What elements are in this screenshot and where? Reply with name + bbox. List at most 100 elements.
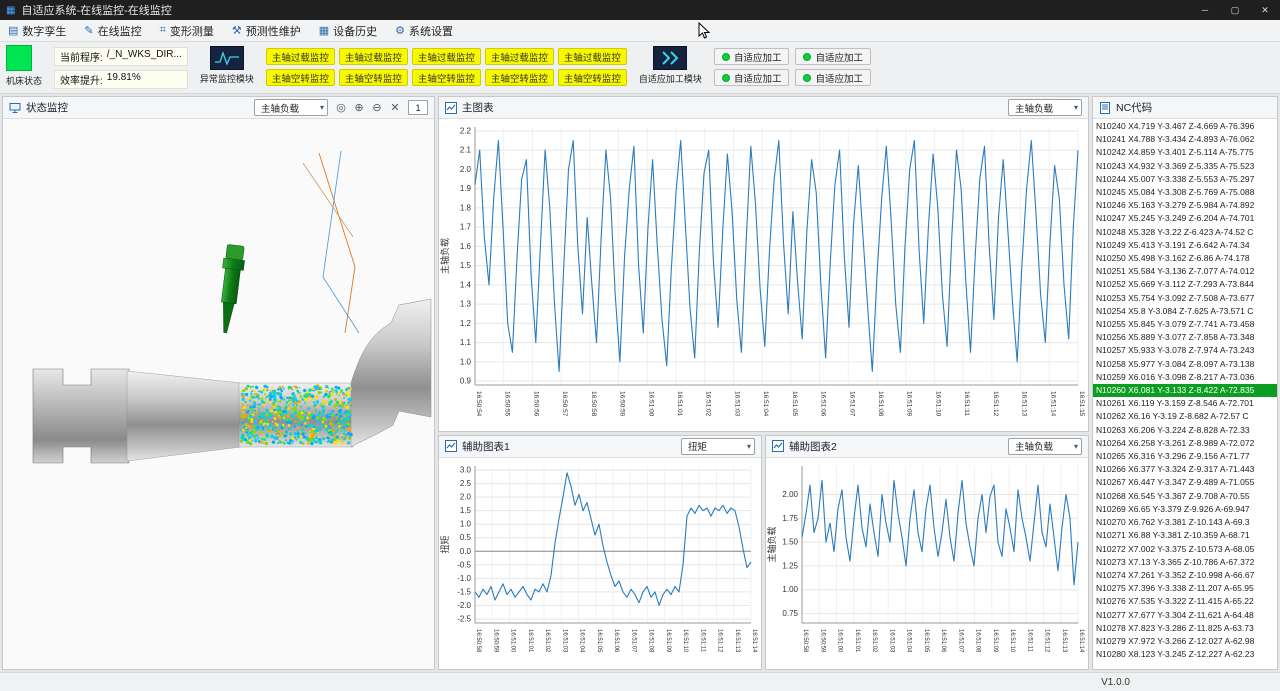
nc-line[interactable]: N10240 X4.719 Y-3.467 Z-4.669 A-76.396 [1093, 120, 1277, 133]
nc-line[interactable]: N10271 X6.88 Y-3.381 Z-10.359 A-68.71 [1093, 529, 1277, 542]
nc-line[interactable]: N10265 X6.316 Y-3.296 Z-9.156 A-71.77 [1093, 450, 1277, 463]
reset-view-icon[interactable]: ◎ [333, 100, 349, 116]
nc-line[interactable]: N10273 X7.13 Y-3.365 Z-10.786 A-67.372 [1093, 556, 1277, 569]
menu-item-predictive-maintenance[interactable]: ⚒预测性维护 [232, 23, 301, 39]
nc-line[interactable]: N10256 X5.889 Y-3.077 Z-7.858 A-73.348 [1093, 331, 1277, 344]
adaptive-machining-button[interactable]: 自适应加工 [795, 69, 871, 86]
nc-line[interactable]: N10277 X7.677 Y-3.304 Z-11.621 A-64.48 [1093, 609, 1277, 622]
menu-item-system-settings[interactable]: ⚙系统设置 [395, 23, 453, 39]
nc-line[interactable]: N10272 X7.002 Y-3.375 Z-10.573 A-68.05 [1093, 543, 1277, 556]
minimize-button[interactable]: ─ [1190, 0, 1220, 20]
spindle-overload-monitor-button[interactable]: 主轴过载监控 [266, 48, 335, 65]
nc-line[interactable]: N10255 X5.845 Y-3.079 Z-7.741 A-73.458 [1093, 318, 1277, 331]
nc-line[interactable]: N10257 X5.933 Y-3.078 Z-7.974 A-73.243 [1093, 344, 1277, 357]
nc-line[interactable]: N10249 X5.413 Y-3.191 Z-6.642 A-74.34 [1093, 239, 1277, 252]
nc-line[interactable]: N10246 X5.163 Y-3.279 Z-5.984 A-74.892 [1093, 199, 1277, 212]
svg-text:0.75: 0.75 [782, 609, 798, 618]
nc-line[interactable]: N10251 X5.584 Y-3.136 Z-7.077 A-74.012 [1093, 265, 1277, 278]
zoom-out-icon[interactable]: ⊖ [369, 100, 385, 116]
spindle-idle-monitor-button[interactable]: 主轴空转监控 [412, 69, 481, 86]
aux-chart-1-signal-dropdown[interactable]: 扭矩 ▾ [681, 438, 755, 455]
monitor-icon [9, 102, 21, 114]
adaptive-machining-label: 自适应加工 [734, 71, 782, 85]
nc-line[interactable]: N10245 X5.084 Y-3.308 Z-5.769 A-75.088 [1093, 186, 1277, 199]
svg-text:16:51:06: 16:51:06 [940, 629, 946, 653]
menu-item-online-monitoring[interactable]: ✎在线监控 [84, 23, 141, 39]
nc-line[interactable]: N10264 X6.258 Y-3.261 Z-8.989 A-72.072 [1093, 437, 1277, 450]
nc-line[interactable]: N10250 X5.498 Y-3.162 Z-6.86 A-74.178 [1093, 252, 1277, 265]
adaptive-machining-button[interactable]: 自适应加工 [714, 69, 790, 86]
aux-chart-1-title: 辅助图表1 [462, 439, 510, 454]
aux-chart-2-svg: 0.751.001.251.501.752.0016:50:5816:50:59… [766, 458, 1088, 669]
aux-chart-2-signal-dropdown[interactable]: 主轴负载 ▾ [1008, 438, 1082, 455]
nc-line[interactable]: N10276 X7.535 Y-3.322 Z-11.415 A-65.22 [1093, 595, 1277, 608]
spindle-overload-monitor-button[interactable]: 主轴过载监控 [339, 48, 408, 65]
main-chart-signal-dropdown[interactable]: 主轴负载 ▾ [1008, 99, 1082, 116]
menu-item-digital-twin[interactable]: ▤数字孪生 [8, 23, 66, 39]
nc-line[interactable]: N10263 X6.206 Y-3.224 Z-8.828 A-72.33 [1093, 424, 1277, 437]
adaptive-machining-button[interactable]: 自适应加工 [714, 48, 790, 65]
nc-line[interactable]: N10270 X6.762 Y-3.381 Z-10.143 A-69.3 [1093, 516, 1277, 529]
spindle-overload-monitor-button[interactable]: 主轴过载监控 [558, 48, 627, 65]
nc-line[interactable]: N10247 X5.245 Y-3.249 Z-6.204 A-74.701 [1093, 212, 1277, 225]
nc-line[interactable]: N10253 X5.754 Y-3.092 Z-7.508 A-73.677 [1093, 292, 1277, 305]
nc-code-title: NC代码 [1116, 100, 1152, 115]
nc-line[interactable]: N10280 X8.123 Y-3.245 Z-12.227 A-62.23 [1093, 648, 1277, 661]
nc-line[interactable]: N10269 X6.65 Y-3.379 Z-9.926 A-69.947 [1093, 503, 1277, 516]
spindle-idle-monitor-button[interactable]: 主轴空转监控 [266, 69, 335, 86]
nc-line[interactable]: N10266 X6.377 Y-3.324 Z-9.317 A-71.443 [1093, 463, 1277, 476]
nc-code-list[interactable]: N10240 X4.719 Y-3.467 Z-4.669 A-76.396N1… [1093, 119, 1277, 669]
nc-line[interactable]: N10244 X5.007 Y-3.338 Z-5.553 A-75.297 [1093, 173, 1277, 186]
svg-text:16:51:05: 16:51:05 [596, 629, 602, 653]
svg-text:2.00: 2.00 [782, 490, 798, 499]
nc-line[interactable]: N10268 X6.545 Y-3.367 Z-9.708 A-70.55 [1093, 490, 1277, 503]
maximize-button[interactable]: ▢ [1220, 0, 1250, 20]
svg-text:-2.0: -2.0 [457, 601, 471, 610]
anomaly-module-icon[interactable] [210, 46, 244, 70]
nc-line[interactable]: N10279 X7.972 Y-3.266 Z-12.027 A-62.98 [1093, 635, 1277, 648]
viewport-signal-dropdown[interactable]: 主轴负载 ▾ [254, 99, 328, 116]
nc-line[interactable]: N10267 X6.447 Y-3.347 Z-9.489 A-71.055 [1093, 476, 1277, 489]
nc-line[interactable]: N10259 X6.016 Y-3.098 Z-8.217 A-73.036 [1093, 371, 1277, 384]
spindle-overload-monitor-button[interactable]: 主轴过载监控 [412, 48, 481, 65]
anomaly-module-label: 异常监控模块 [200, 72, 254, 85]
nc-line[interactable]: N10260 X6.081 Y-3.133 Z-8.422 A-72.835 [1093, 384, 1277, 397]
scale-input[interactable]: 1 [408, 100, 428, 115]
svg-text:16:51:06: 16:51:06 [820, 391, 827, 417]
nc-line[interactable]: N10262 X6.16 Y-3.19 Z-8.682 A-72.57 C [1093, 410, 1277, 423]
spindle-idle-monitor-button[interactable]: 主轴空转监控 [558, 69, 627, 86]
svg-text:16:51:13: 16:51:13 [1021, 391, 1028, 417]
nc-line[interactable]: N10278 X7.823 Y-3.286 Z-11.825 A-63.73 [1093, 622, 1277, 635]
nc-line[interactable]: N10275 X7.396 Y-3.338 Z-11.207 A-65.95 [1093, 582, 1277, 595]
aux-chart-1-svg: -2.5-2.0-1.5-1.0-0.50.00.51.01.52.02.53.… [439, 458, 761, 669]
close-view-icon[interactable]: ✕ [387, 100, 403, 116]
nc-line[interactable]: N10258 X5.977 Y-3.084 Z-8.097 A-73.138 [1093, 358, 1277, 371]
nc-line[interactable]: N10242 X4.859 Y-3.401 Z-5.114 A-75.775 [1093, 146, 1277, 159]
nc-line[interactable]: N10243 X4.932 Y-3.369 Z-5.335 A-75.523 [1093, 160, 1277, 173]
menu-item-deformation-measure[interactable]: ⌗变形测量 [160, 23, 214, 39]
svg-text:16:50:54: 16:50:54 [475, 391, 482, 417]
nc-line[interactable]: N10261 X6.119 Y-3.159 Z-8.546 A-72.701 [1093, 397, 1277, 410]
nc-line[interactable]: N10248 X5.328 Y-3.22 Z-6.423 A-74.52 C [1093, 226, 1277, 239]
spindle-idle-monitor-button[interactable]: 主轴空转监控 [339, 69, 408, 86]
svg-text:16:50:56: 16:50:56 [532, 391, 539, 417]
spindle-idle-monitor-button[interactable]: 主轴空转监控 [485, 69, 554, 86]
title-bar: ▦ 自适应系统-在线监控-在线监控 ─ ▢ ✕ [0, 0, 1280, 20]
spindle-overload-monitor-button[interactable]: 主轴过载监控 [485, 48, 554, 65]
system-settings-icon: ⚙ [395, 24, 405, 37]
adaptive-machining-button[interactable]: 自适应加工 [795, 48, 871, 65]
svg-text:1.7: 1.7 [460, 223, 472, 232]
zoom-in-icon[interactable]: ⊕ [351, 100, 367, 116]
nc-line[interactable]: N10252 X5.669 Y-3.112 Z-7.293 A-73.844 [1093, 278, 1277, 291]
window-title: 自适应系统-在线监控-在线监控 [21, 2, 171, 18]
viewport-3d[interactable] [3, 119, 434, 669]
svg-text:16:50:58: 16:50:58 [802, 629, 808, 653]
nc-line[interactable]: N10254 X5.8 Y-3.084 Z-7.625 A-73.571 C [1093, 305, 1277, 318]
close-button[interactable]: ✕ [1250, 0, 1280, 20]
svg-text:16:51:03: 16:51:03 [888, 629, 894, 653]
adaptive-module-icon[interactable] [653, 46, 687, 70]
nc-line[interactable]: N10274 X7.261 Y-3.352 Z-10.998 A-66.67 [1093, 569, 1277, 582]
menu-item-device-history[interactable]: ▦设备历史 [319, 23, 377, 39]
nc-line[interactable]: N10241 X4.788 Y-3.434 Z-4.893 A-76.062 [1093, 133, 1277, 146]
svg-text:16:50:59: 16:50:59 [492, 629, 498, 653]
